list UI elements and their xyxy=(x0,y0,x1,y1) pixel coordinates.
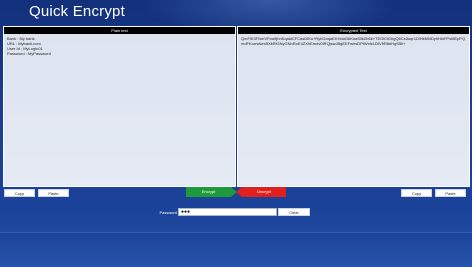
plain-text-area[interactable]: Bank : My bank URL : Mybank.com User Id … xyxy=(4,34,235,186)
encrypted-paste-button[interactable]: Paste xyxy=(435,189,466,197)
encrypted-text-header: Encrypted Text xyxy=(238,27,469,34)
app-title: Quick Encrypt xyxy=(29,3,125,20)
plain-copy-button[interactable]: Copy xyxy=(4,189,35,197)
app-bar-area xyxy=(0,232,472,267)
encrypted-text-content: QmFlK3FNmVPoa9jhnKqaldCFCasDiKu+RybGoqaE… xyxy=(241,36,466,46)
decrypt-button[interactable]: Decrypt xyxy=(242,187,286,197)
plain-text-line: Password : MyPassword xyxy=(7,51,51,56)
password-input[interactable]: ●●● xyxy=(178,208,277,216)
encrypted-copy-button[interactable]: Copy xyxy=(401,189,432,197)
encrypted-text-area[interactable]: QmFlK3FNmVPoa9jhnKqaldCFCasDiKu+RybGoqaE… xyxy=(238,34,469,186)
plain-text-panel: Plain text Bank : My bank URL : Mybank.c… xyxy=(3,26,236,187)
encrypted-text-panel: Encrypted Text QmFlK3FNmVPoa9jhnKqaldCFC… xyxy=(237,26,470,187)
encrypt-button[interactable]: Encrypt xyxy=(186,187,231,197)
clear-button[interactable]: Clear xyxy=(278,208,310,216)
password-label: Password xyxy=(159,210,177,215)
plain-paste-button[interactable]: Paste xyxy=(38,189,69,197)
plain-text-header: Plain text xyxy=(4,27,235,34)
